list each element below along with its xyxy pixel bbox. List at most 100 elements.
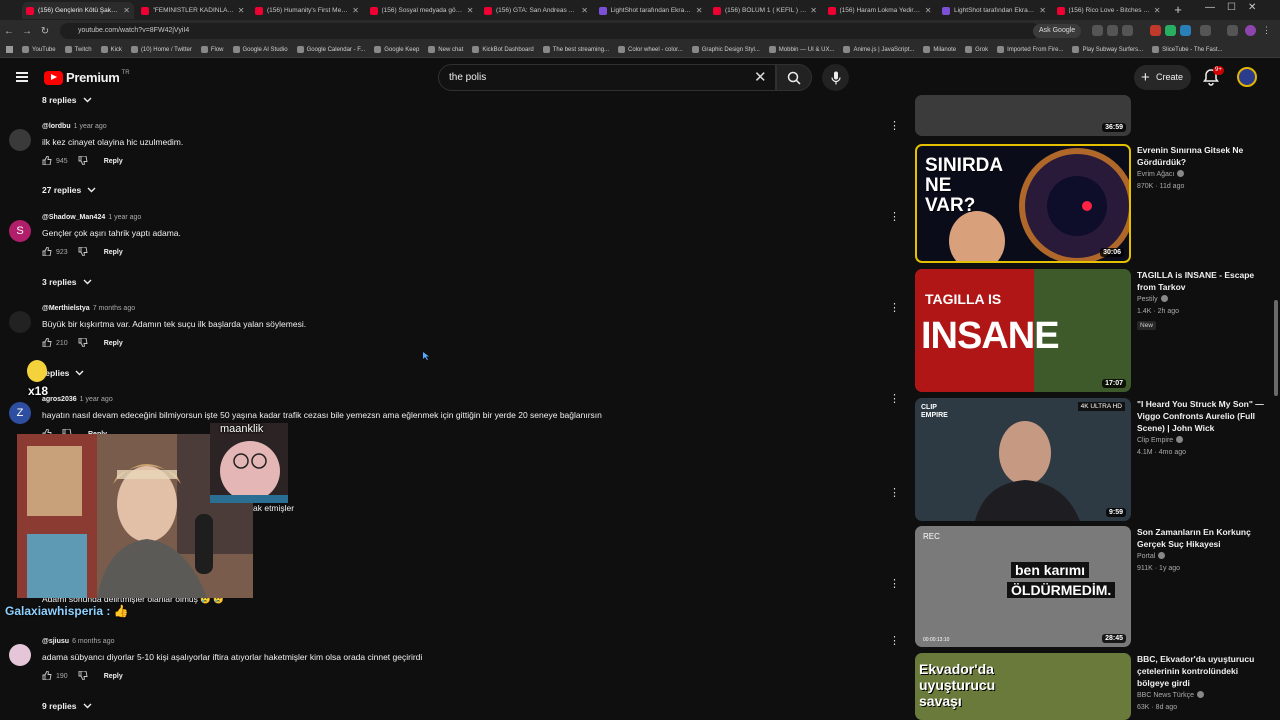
bookmark-item[interactable]: Color wheel - color...: [618, 46, 683, 53]
search-input[interactable]: the polis: [438, 64, 776, 91]
search-button[interactable]: [776, 64, 812, 91]
bookmark-item[interactable]: Imported From Fire...: [997, 46, 1063, 53]
replies-toggle[interactable]: 9 replies: [42, 701, 92, 711]
bookmark-item[interactable]: Graphic Design Styl...: [691, 46, 760, 53]
comment-menu-icon[interactable]: ⋮: [889, 488, 900, 499]
video-channel[interactable]: Pestily: [1137, 295, 1168, 303]
bookmark-item[interactable]: Google Keep: [374, 46, 419, 53]
browser-menu-icon[interactable]: ⋮: [1262, 25, 1273, 36]
thumbs-down-icon[interactable]: [78, 246, 88, 258]
comment-menu-icon[interactable]: ⋮: [889, 121, 900, 132]
bookmark-item[interactable]: New chat: [428, 46, 463, 53]
extension-icon[interactable]: [1165, 25, 1176, 36]
thumbs-up-icon[interactable]: [42, 155, 52, 167]
commenter-avatar[interactable]: Z: [9, 402, 31, 424]
bookmark-item[interactable]: Play Subway Surfers...: [1072, 46, 1143, 53]
thumbs-up-icon[interactable]: [42, 246, 52, 258]
replies-toggle[interactable]: 8 replies: [42, 95, 92, 105]
tab-close-icon[interactable]: ✕: [352, 6, 359, 15]
bookmark-item[interactable]: Mobbin — UI & UX...: [768, 46, 834, 53]
replies-toggle[interactable]: 3 replies: [42, 277, 92, 287]
download-icon[interactable]: [1227, 25, 1238, 36]
video-thumbnail[interactable]: SINIRDA NE VAR? 30:06: [915, 144, 1131, 263]
minimize-icon[interactable]: —: [1205, 2, 1215, 13]
bookmark-item[interactable]: YouTube: [22, 46, 56, 53]
video-thumbnail[interactable]: 4K ULTRA HD CLIP EMPIRE 9:59: [915, 398, 1131, 521]
reply-button[interactable]: Reply: [104, 673, 123, 680]
browser-tab[interactable]: (156) Rico Love - Bitches Be... ✕: [1053, 2, 1165, 19]
comment-menu-icon[interactable]: ⋮: [889, 579, 900, 590]
thumbs-up-icon[interactable]: [42, 670, 52, 682]
tab-close-icon[interactable]: ✕: [1039, 6, 1046, 15]
ask-google-button[interactable]: Ask Google: [1033, 24, 1082, 38]
maximize-icon[interactable]: ☐: [1227, 2, 1236, 13]
close-window-icon[interactable]: ✕: [1248, 2, 1256, 13]
bookmark-item[interactable]: Google AI Studio: [232, 46, 288, 53]
browser-tab[interactable]: (156) Sosyal medyada görüştü ✕: [366, 2, 478, 19]
comment-menu-icon[interactable]: ⋮: [889, 212, 900, 223]
comment-timestamp[interactable]: 7 months ago: [93, 305, 135, 312]
bookmark-item[interactable]: (10) Home / Twitter: [130, 46, 192, 53]
forward-icon[interactable]: →: [18, 26, 36, 37]
browser-tab[interactable]: (156) GTA: San Andreas Türk... ✕: [480, 2, 592, 19]
bookmark-star-icon[interactable]: [1122, 25, 1133, 36]
comment-menu-icon[interactable]: ⋮: [889, 394, 900, 405]
video-title[interactable]: Son Zamanların En Korkunç Gerçek Suç Hik…: [1137, 526, 1267, 550]
comment-username[interactable]: @Shadow_Man424: [42, 214, 105, 221]
video-title[interactable]: TAGILLA is INSANE - Escape from Tarkov: [1137, 269, 1267, 293]
tab-close-icon[interactable]: ✕: [238, 6, 245, 15]
reply-button[interactable]: Reply: [104, 340, 123, 347]
comment-timestamp[interactable]: 1 year ago: [74, 123, 107, 130]
bookmark-item[interactable]: SliceTube - The Fast...: [1152, 46, 1223, 53]
comment-username[interactable]: @Merthielstya: [42, 305, 90, 312]
extension-icon[interactable]: [1180, 25, 1191, 36]
commenter-avatar[interactable]: [9, 129, 31, 151]
comment-menu-icon[interactable]: ⋮: [889, 303, 900, 314]
browser-tab[interactable]: (156) Haram Lokma Yedirem... ✕: [824, 2, 936, 19]
new-tab-button[interactable]: +: [1171, 3, 1185, 17]
commenter-avatar[interactable]: [9, 311, 31, 333]
video-title[interactable]: "I Heard You Struck My Son" — Viggo Conf…: [1137, 398, 1267, 434]
bookmark-item[interactable]: Grok: [965, 46, 988, 53]
browser-tab[interactable]: LightShot tarafından Ekran G... ✕: [595, 2, 707, 19]
zoom-icon[interactable]: [1092, 25, 1103, 36]
comment-timestamp[interactable]: 1 year ago: [80, 396, 113, 403]
video-channel[interactable]: Clip Empire: [1137, 436, 1184, 444]
window-controls[interactable]: — ☐ ✕: [1205, 2, 1256, 13]
tab-close-icon[interactable]: ✕: [123, 6, 130, 15]
browser-tab[interactable]: LightShot tarafından Ekran Gö ✕: [938, 2, 1050, 19]
comment-username[interactable]: @lordbu: [42, 123, 71, 130]
bookmark-item[interactable]: Kick: [100, 46, 122, 53]
bookmark-item[interactable]: Milanote: [923, 46, 956, 53]
video-thumbnail[interactable]: 36:59: [915, 95, 1131, 136]
bookmark-item[interactable]: Flow: [200, 46, 224, 53]
browser-tab[interactable]: (156) BÖLÜM 1 ( KEFİL ) - Yo.. ✕: [709, 2, 821, 19]
tab-close-icon[interactable]: ✕: [696, 6, 703, 15]
video-thumbnail[interactable]: Ekvador'da uyuşturucu savaşı: [915, 653, 1131, 720]
youtube-premium-logo[interactable]: Premium TR: [44, 70, 130, 85]
bookmark-item[interactable]: Google Calendar - F...: [296, 46, 365, 53]
tab-close-icon[interactable]: ✕: [925, 6, 932, 15]
extensions-puzzle-icon[interactable]: [1200, 25, 1211, 36]
thumbs-down-icon[interactable]: [78, 337, 88, 349]
comment-timestamp[interactable]: 6 months ago: [72, 638, 114, 645]
back-icon[interactable]: ←: [0, 26, 18, 37]
video-channel[interactable]: BBC News Türkçe: [1137, 691, 1205, 699]
commenter-avatar[interactable]: S: [9, 220, 31, 242]
bookmark-item[interactable]: The best streaming...: [542, 46, 609, 53]
apps-grid-icon[interactable]: [6, 46, 13, 53]
thumbs-up-icon[interactable]: [42, 337, 52, 349]
bookmark-item[interactable]: Twitch: [64, 46, 92, 53]
account-avatar[interactable]: [1237, 67, 1257, 87]
comment-menu-icon[interactable]: ⋮: [889, 636, 900, 647]
page-scrollbar-thumb[interactable]: [1274, 300, 1278, 396]
video-title[interactable]: BBC, Ekvador'da uyuşturucu çetelerinin k…: [1137, 653, 1267, 689]
comment-username[interactable]: @sjiusu: [42, 638, 69, 645]
thumbs-down-icon[interactable]: [78, 155, 88, 167]
clear-search-icon[interactable]: ✕: [754, 68, 767, 86]
replies-toggle[interactable]: 27 replies: [42, 185, 96, 195]
browser-tab[interactable]: (156) Humanity's First Mega-... ✕: [251, 2, 363, 19]
comment-timestamp[interactable]: 1 year ago: [108, 214, 141, 221]
browser-tab[interactable]: (156) Gençlerin Kötü Şakası C..✕: [22, 2, 134, 19]
tab-close-icon[interactable]: ✕: [467, 6, 474, 15]
